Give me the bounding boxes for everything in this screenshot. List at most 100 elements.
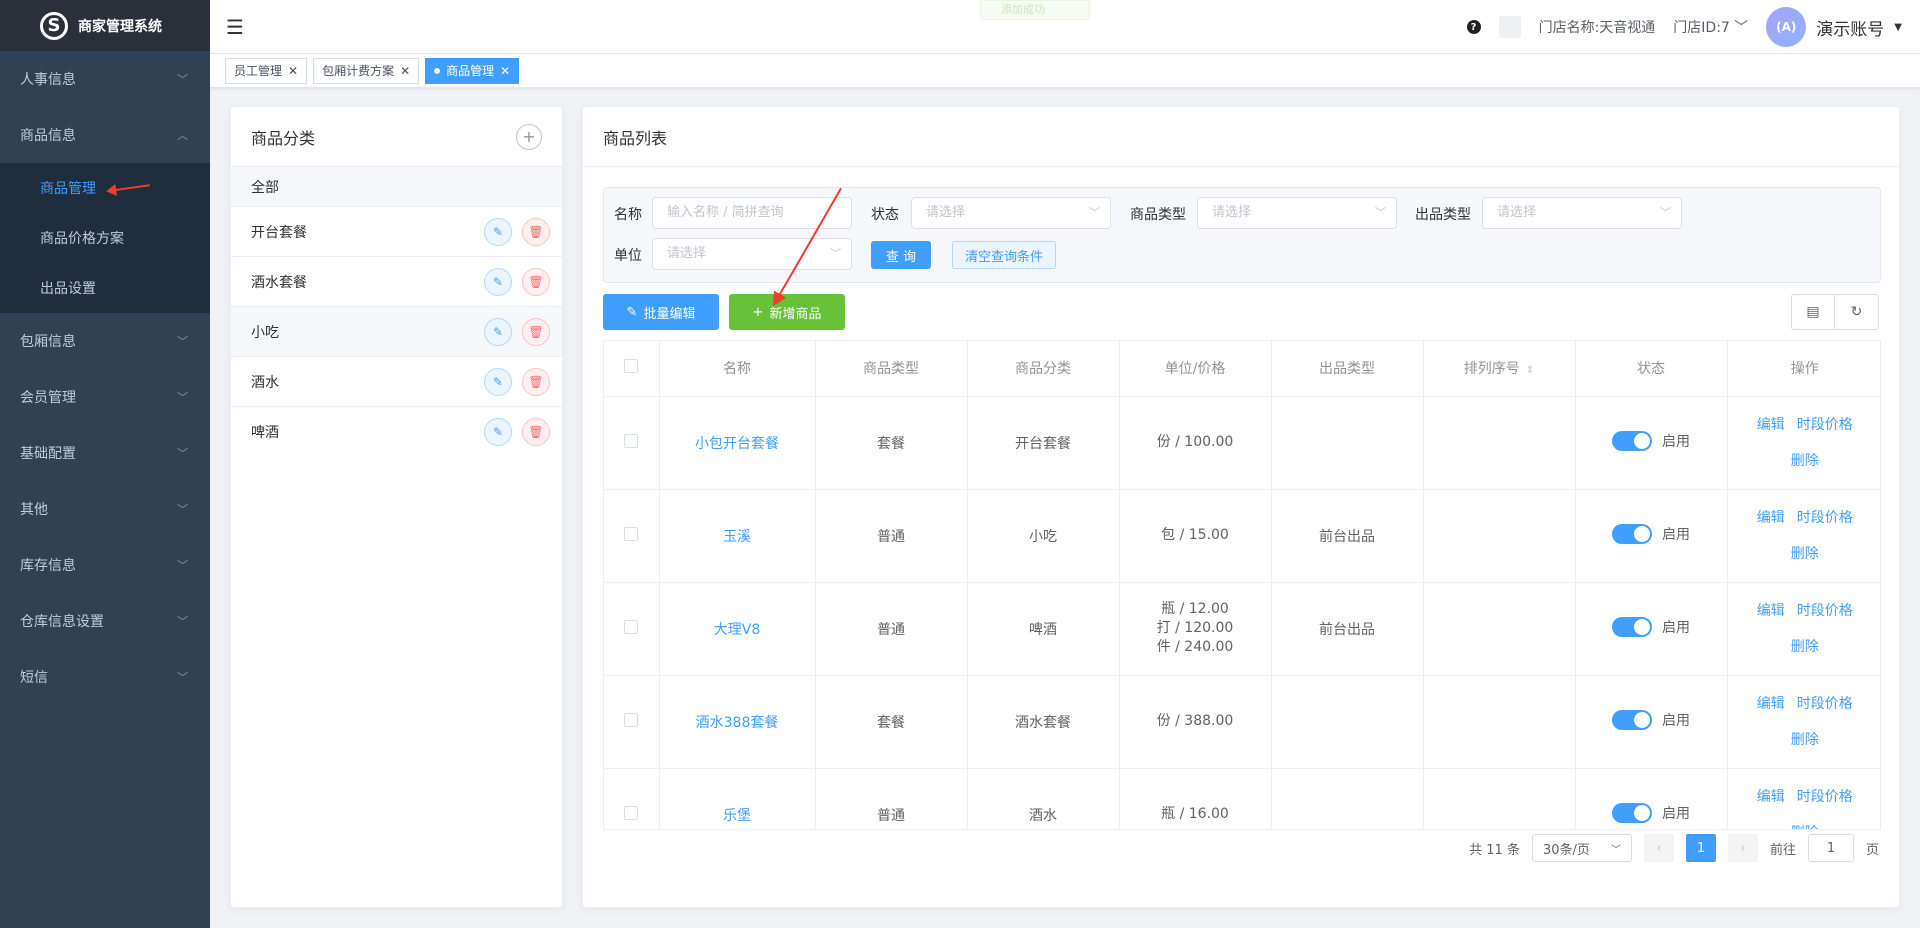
- edit-link[interactable]: 编辑: [1757, 603, 1785, 619]
- store-id-select[interactable]: 门店ID:7 ﹀: [1673, 17, 1748, 37]
- col-name: 名称: [659, 341, 816, 397]
- delete-link[interactable]: 删除: [1791, 825, 1819, 830]
- edit-icon[interactable]: ✎: [484, 267, 512, 296]
- row-checkbox[interactable]: [604, 489, 660, 583]
- edit-link[interactable]: 编辑: [1757, 696, 1785, 712]
- delete-link[interactable]: 删除: [1791, 546, 1819, 562]
- sidebar-item-room[interactable]: 包厢信息 ﹀: [0, 313, 210, 369]
- add-category-button[interactable]: +: [516, 123, 542, 150]
- help-icon[interactable]: ?: [1466, 20, 1481, 34]
- unit-price-line: 件 / 240.00: [1156, 639, 1234, 655]
- goods-name-link[interactable]: 小包开台套餐: [659, 396, 816, 490]
- sidebar-item-sms[interactable]: 短信 ﹀: [0, 649, 210, 705]
- sidebar-item-stock[interactable]: 库存信息 ﹀: [0, 537, 210, 593]
- edit-icon[interactable]: ✎: [484, 317, 512, 346]
- tag-staff[interactable]: 员工管理 ✕: [225, 57, 308, 84]
- period-price-link[interactable]: 时段价格: [1797, 789, 1853, 805]
- chevron-down-icon: ﹀: [1375, 206, 1386, 219]
- delete-link[interactable]: 删除: [1791, 639, 1819, 655]
- tag-room-billing[interactable]: 包厢计费方案 ✕: [313, 57, 420, 84]
- sidebar-item-warehouse[interactable]: 仓库信息设置 ﹀: [0, 593, 210, 649]
- tag-goods-manage[interactable]: 商品管理 ✕: [425, 57, 520, 84]
- account-menu[interactable]: (A) 演示账号 ▼: [1766, 7, 1902, 47]
- status-select[interactable]: 请选择 ﹀: [911, 197, 1111, 229]
- row-checkbox[interactable]: [604, 396, 660, 490]
- output-type-label: 出品类型: [1415, 207, 1471, 223]
- column-setting-icon[interactable]: ▤: [1791, 294, 1835, 330]
- row-checkbox[interactable]: [604, 675, 660, 769]
- col-sort-order[interactable]: 排列序号 ⇕: [1423, 341, 1576, 397]
- goto-page-input[interactable]: 1: [1807, 834, 1854, 862]
- edit-icon[interactable]: ✎: [484, 367, 512, 396]
- type-select[interactable]: 请选择 ﹀: [1197, 197, 1397, 229]
- status-toggle[interactable]: [1612, 430, 1652, 451]
- submenu-goods: 商品管理 商品价格方案 出品设置: [0, 163, 210, 313]
- status-toggle[interactable]: [1612, 616, 1652, 637]
- row-checkbox[interactable]: [604, 582, 660, 676]
- trash-icon[interactable]: 🗑: [522, 317, 550, 346]
- close-icon[interactable]: ✕: [288, 64, 298, 78]
- unit-select[interactable]: 请选择 ﹀: [652, 238, 852, 270]
- add-goods-button[interactable]: + 新增商品: [729, 294, 845, 330]
- table-row: 乐堡 普通 酒水 瓶 / 16.00 启用 编辑时段价格删除: [604, 768, 1880, 830]
- trash-icon[interactable]: 🗑: [522, 418, 550, 446]
- sidebar-subitem-price-plan[interactable]: 商品价格方案: [0, 213, 210, 263]
- goods-name-link[interactable]: 大理V8: [659, 582, 816, 676]
- prev-page-button[interactable]: ‹: [1643, 834, 1674, 862]
- next-page-button[interactable]: ›: [1727, 834, 1758, 862]
- trash-icon[interactable]: 🗑: [522, 367, 550, 396]
- refresh-icon[interactable]: ↻: [1835, 294, 1879, 330]
- period-price-link[interactable]: 时段价格: [1797, 417, 1853, 433]
- category-all[interactable]: 全部: [231, 167, 562, 207]
- output-type-select[interactable]: 请选择 ﹀: [1482, 197, 1682, 229]
- period-price-link[interactable]: 时段价格: [1797, 696, 1853, 712]
- select-all-checkbox[interactable]: [604, 341, 660, 397]
- name-input[interactable]: 输入名称 / 简拼查询: [652, 197, 852, 229]
- status-toggle[interactable]: [1612, 802, 1652, 823]
- edit-icon[interactable]: ✎: [484, 418, 512, 446]
- goods-name-link[interactable]: 酒水388套餐: [659, 675, 816, 769]
- sidebar-item-other[interactable]: 其他 ﹀: [0, 481, 210, 537]
- fullscreen-icon[interactable]: [1498, 16, 1521, 38]
- goods-actions: 编辑时段价格删除: [1727, 675, 1880, 769]
- edit-link[interactable]: 编辑: [1757, 789, 1785, 805]
- row-checkbox[interactable]: [604, 768, 660, 829]
- page-size-select[interactable]: 30条/页 ﹀: [1531, 834, 1632, 862]
- close-icon[interactable]: ✕: [400, 64, 410, 78]
- period-price-link[interactable]: 时段价格: [1797, 603, 1853, 619]
- delete-link[interactable]: 删除: [1791, 732, 1819, 748]
- category-item[interactable]: 酒水 ✎ 🗑: [231, 357, 562, 407]
- goods-name-link[interactable]: 乐堡: [659, 768, 816, 829]
- sidebar-item-member[interactable]: 会员管理 ﹀: [0, 369, 210, 425]
- col-type: 商品类型: [815, 341, 968, 397]
- category-item[interactable]: 小吃 ✎ 🗑: [231, 307, 562, 357]
- edit-link[interactable]: 编辑: [1757, 510, 1785, 526]
- trash-icon[interactable]: 🗑: [522, 217, 550, 246]
- category-item[interactable]: 酒水套餐 ✎ 🗑: [231, 257, 562, 307]
- status-toggle[interactable]: [1612, 709, 1652, 730]
- edit-icon[interactable]: ✎: [484, 217, 512, 246]
- sidebar-item-hr[interactable]: 人事信息 ﹀: [0, 51, 210, 107]
- clear-filters-button[interactable]: 清空查询条件: [952, 241, 1056, 269]
- hamburger-icon[interactable]: ☰: [226, 15, 244, 39]
- batch-edit-button[interactable]: ✎ 批量编辑: [603, 294, 719, 330]
- sidebar-subitem-goods-manage[interactable]: 商品管理: [0, 163, 210, 213]
- sort-icon[interactable]: ⇕: [1526, 365, 1534, 376]
- status-toggle[interactable]: [1612, 523, 1652, 544]
- goods-name-link[interactable]: 玉溪: [659, 489, 816, 583]
- edit-link[interactable]: 编辑: [1757, 417, 1785, 433]
- page-number[interactable]: 1: [1685, 834, 1716, 862]
- trash-icon[interactable]: 🗑: [522, 267, 550, 296]
- close-icon[interactable]: ✕: [500, 64, 510, 78]
- sidebar-subitem-output-setting[interactable]: 出品设置: [0, 263, 210, 313]
- goods-type: 套餐: [815, 396, 968, 490]
- delete-link[interactable]: 删除: [1791, 453, 1819, 469]
- caret-down-icon: ▼: [1894, 21, 1902, 33]
- category-item[interactable]: 啤酒 ✎ 🗑: [231, 407, 562, 457]
- category-item[interactable]: 开台套餐 ✎ 🗑: [231, 207, 562, 257]
- sidebar-item-basic[interactable]: 基础配置 ﹀: [0, 425, 210, 481]
- period-price-link[interactable]: 时段价格: [1797, 510, 1853, 526]
- sidebar-item-goods[interactable]: 商品信息 ︿: [0, 107, 210, 163]
- table-row: 大理V8 普通 啤酒 瓶 / 12.00 打 / 120.00 件 / 240.00…: [604, 582, 1880, 676]
- query-button[interactable]: 查 询: [871, 241, 931, 269]
